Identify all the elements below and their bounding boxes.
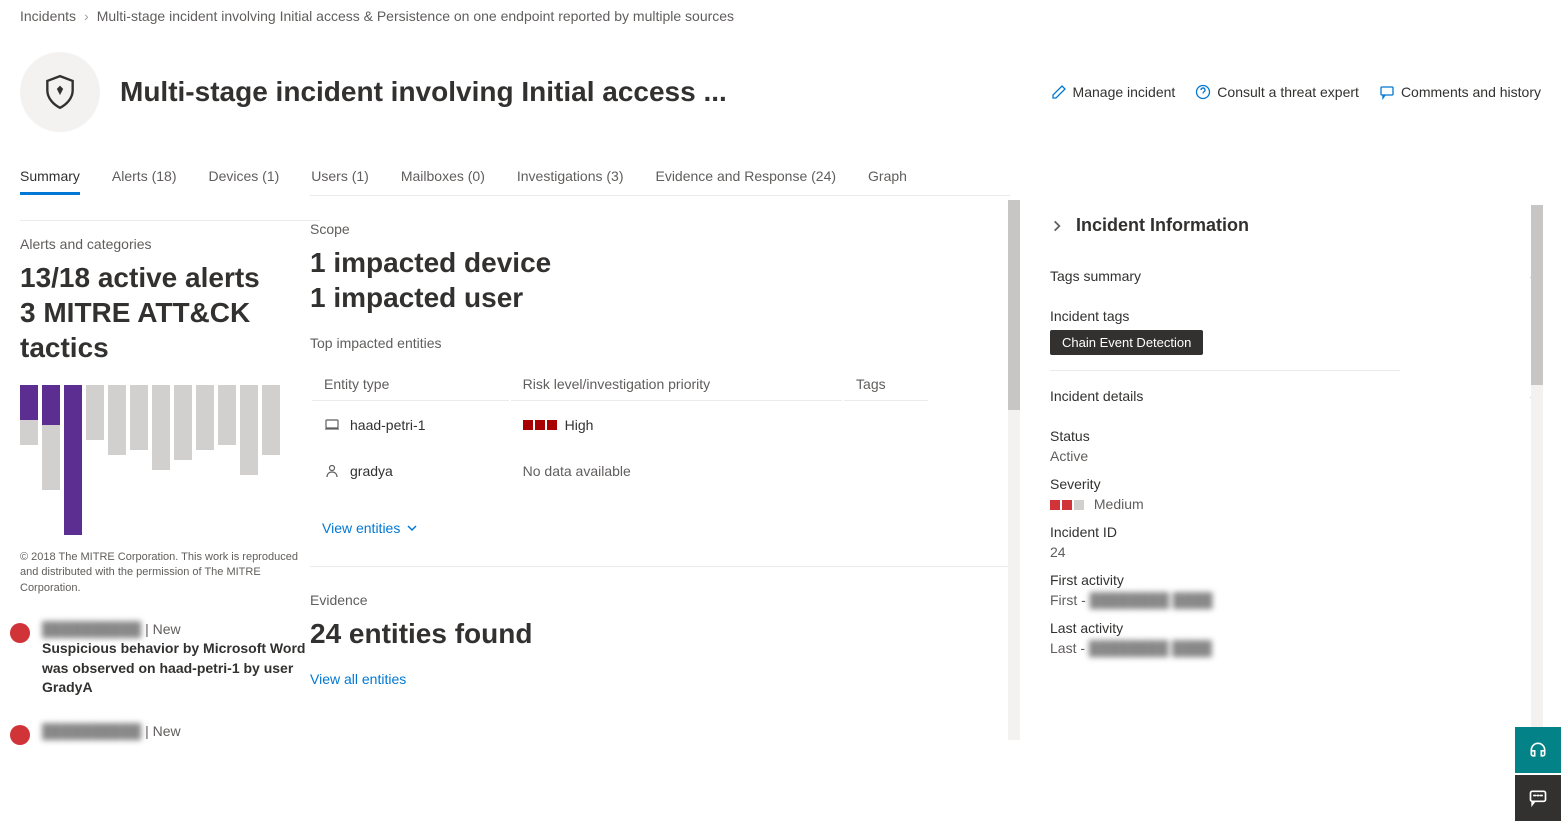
feedback-fab[interactable]	[1515, 775, 1561, 821]
mitre-tactics-stat: 3 MITRE ATT&CK tactics	[20, 295, 300, 365]
chat-icon	[1528, 788, 1548, 808]
alert-meta: ██████████ | New	[42, 621, 310, 637]
bar	[42, 385, 60, 490]
bar	[130, 385, 148, 450]
bar	[174, 385, 192, 460]
bar	[218, 385, 236, 445]
id-value: 24	[1050, 544, 1541, 560]
chevron-right-icon[interactable]	[1050, 219, 1064, 233]
alert-title: Suspicious behavior by Microsoft Word wa…	[42, 639, 310, 698]
question-icon	[1195, 84, 1211, 100]
chevron-down-icon	[406, 522, 418, 534]
tab-summary[interactable]: Summary	[20, 162, 80, 194]
bar	[64, 385, 82, 535]
first-activity-value: First - ████████ ████	[1050, 592, 1541, 608]
table-row[interactable]: gradya No data available	[312, 449, 928, 493]
device-icon	[324, 417, 340, 433]
col-risk: Risk level/investigation priority	[511, 368, 842, 401]
info-panel: Incident Information Tags summary Incide…	[1010, 195, 1561, 745]
page-title: Multi-stage incident involving Initial a…	[120, 76, 727, 108]
entity-name: haad-petri-1	[350, 417, 426, 433]
status-label: Status	[1050, 428, 1541, 444]
top-entities-label: Top impacted entities	[310, 335, 1010, 351]
header-actions: Manage incident Consult a threat expert …	[1051, 84, 1541, 100]
last-activity-label: Last activity	[1050, 620, 1541, 636]
pencil-icon	[1051, 84, 1067, 100]
tab-users-[interactable]: Users (1)	[311, 162, 369, 194]
alert-item[interactable]: ██████████ | New Suspicious behavior by M…	[10, 621, 310, 698]
headset-icon	[1528, 740, 1548, 760]
scrollbar[interactable]	[1531, 205, 1543, 745]
tab-evidence-and-response-[interactable]: Evidence and Response (24)	[655, 162, 836, 194]
tab-mailboxes-[interactable]: Mailboxes (0)	[401, 162, 485, 194]
tags-cell	[844, 449, 928, 493]
severity-dot-icon	[10, 725, 30, 745]
bar	[86, 385, 104, 440]
shield-icon	[20, 52, 100, 132]
risk-cell: No data available	[511, 449, 842, 493]
comment-icon	[1379, 84, 1395, 100]
breadcrumb-root[interactable]: Incidents	[20, 8, 76, 24]
consult-expert-link[interactable]: Consult a threat expert	[1195, 84, 1359, 100]
scope-label: Scope	[310, 221, 1010, 237]
last-activity-value: Last - ████████ ████	[1050, 640, 1541, 656]
bar	[152, 385, 170, 470]
bar	[262, 385, 280, 455]
id-label: Incident ID	[1050, 524, 1541, 540]
bar	[240, 385, 258, 475]
chevron-right-icon: ›	[84, 8, 89, 24]
tags-cell	[844, 403, 928, 447]
tab-investigations-[interactable]: Investigations (3)	[517, 162, 624, 194]
tags-summary-head[interactable]: Tags summary	[1050, 256, 1541, 296]
active-alerts-stat: 13/18 active alerts	[20, 260, 300, 295]
table-row[interactable]: haad-petri-1 High	[312, 403, 928, 447]
severity-label: Severity	[1050, 476, 1541, 492]
evidence-label: Evidence	[310, 592, 1010, 608]
breadcrumb: Incidents › Multi-stage incident involvi…	[0, 0, 1561, 32]
alerts-section-label: Alerts and categories	[20, 236, 300, 252]
view-entities-link[interactable]: View entities	[322, 520, 418, 536]
view-all-entities-link[interactable]: View all entities	[310, 671, 406, 687]
impacted-device-stat: 1 impacted device	[310, 245, 1010, 280]
incident-tags-label: Incident tags	[1050, 308, 1541, 324]
risk-cell: High	[511, 403, 842, 447]
entity-name: gradya	[350, 463, 393, 479]
tag-chip[interactable]: Chain Event Detection	[1050, 330, 1203, 355]
col-tags: Tags	[844, 368, 928, 401]
tab-graph[interactable]: Graph	[868, 162, 907, 194]
impacted-user-stat: 1 impacted user	[310, 280, 1010, 315]
user-icon	[324, 463, 340, 479]
page-header: Multi-stage incident involving Initial a…	[0, 32, 1561, 142]
alert-meta: ██████████ | New	[42, 723, 310, 739]
manage-incident-link[interactable]: Manage incident	[1051, 84, 1176, 100]
tab-alerts-[interactable]: Alerts (18)	[112, 162, 177, 194]
tab-devices-[interactable]: Devices (1)	[208, 162, 279, 194]
alert-item[interactable]: ██████████ | New	[10, 723, 310, 745]
tabs: Summary Alerts (18) Devices (1) Users (1) Ma…	[0, 142, 1561, 194]
mitre-footnote: © 2018 The MITRE Corporation. This work …	[20, 550, 300, 596]
support-fab[interactable]	[1515, 727, 1561, 773]
entities-table: Entity type Risk level/investigation pri…	[310, 366, 930, 495]
scope-column: Scope 1 impacted device 1 impacted user …	[310, 195, 1010, 745]
breadcrumb-current: Multi-stage incident involving Initial a…	[97, 8, 734, 24]
first-activity-label: First activity	[1050, 572, 1541, 588]
alerts-column: Alerts and categories 13/18 active alert…	[0, 195, 310, 745]
severity-dot-icon	[10, 623, 30, 643]
bar	[108, 385, 126, 455]
incident-details-head[interactable]: Incident details	[1050, 376, 1541, 416]
severity-value: Medium	[1050, 496, 1541, 512]
mitre-bar-chart	[20, 385, 300, 535]
comments-history-link[interactable]: Comments and history	[1379, 84, 1541, 100]
status-value: Active	[1050, 448, 1541, 464]
incident-info-header: Incident Information	[1076, 215, 1249, 236]
entities-found-stat: 24 entities found	[310, 616, 1010, 651]
bar	[196, 385, 214, 450]
col-entity-type: Entity type	[312, 368, 509, 401]
bar	[20, 385, 38, 445]
